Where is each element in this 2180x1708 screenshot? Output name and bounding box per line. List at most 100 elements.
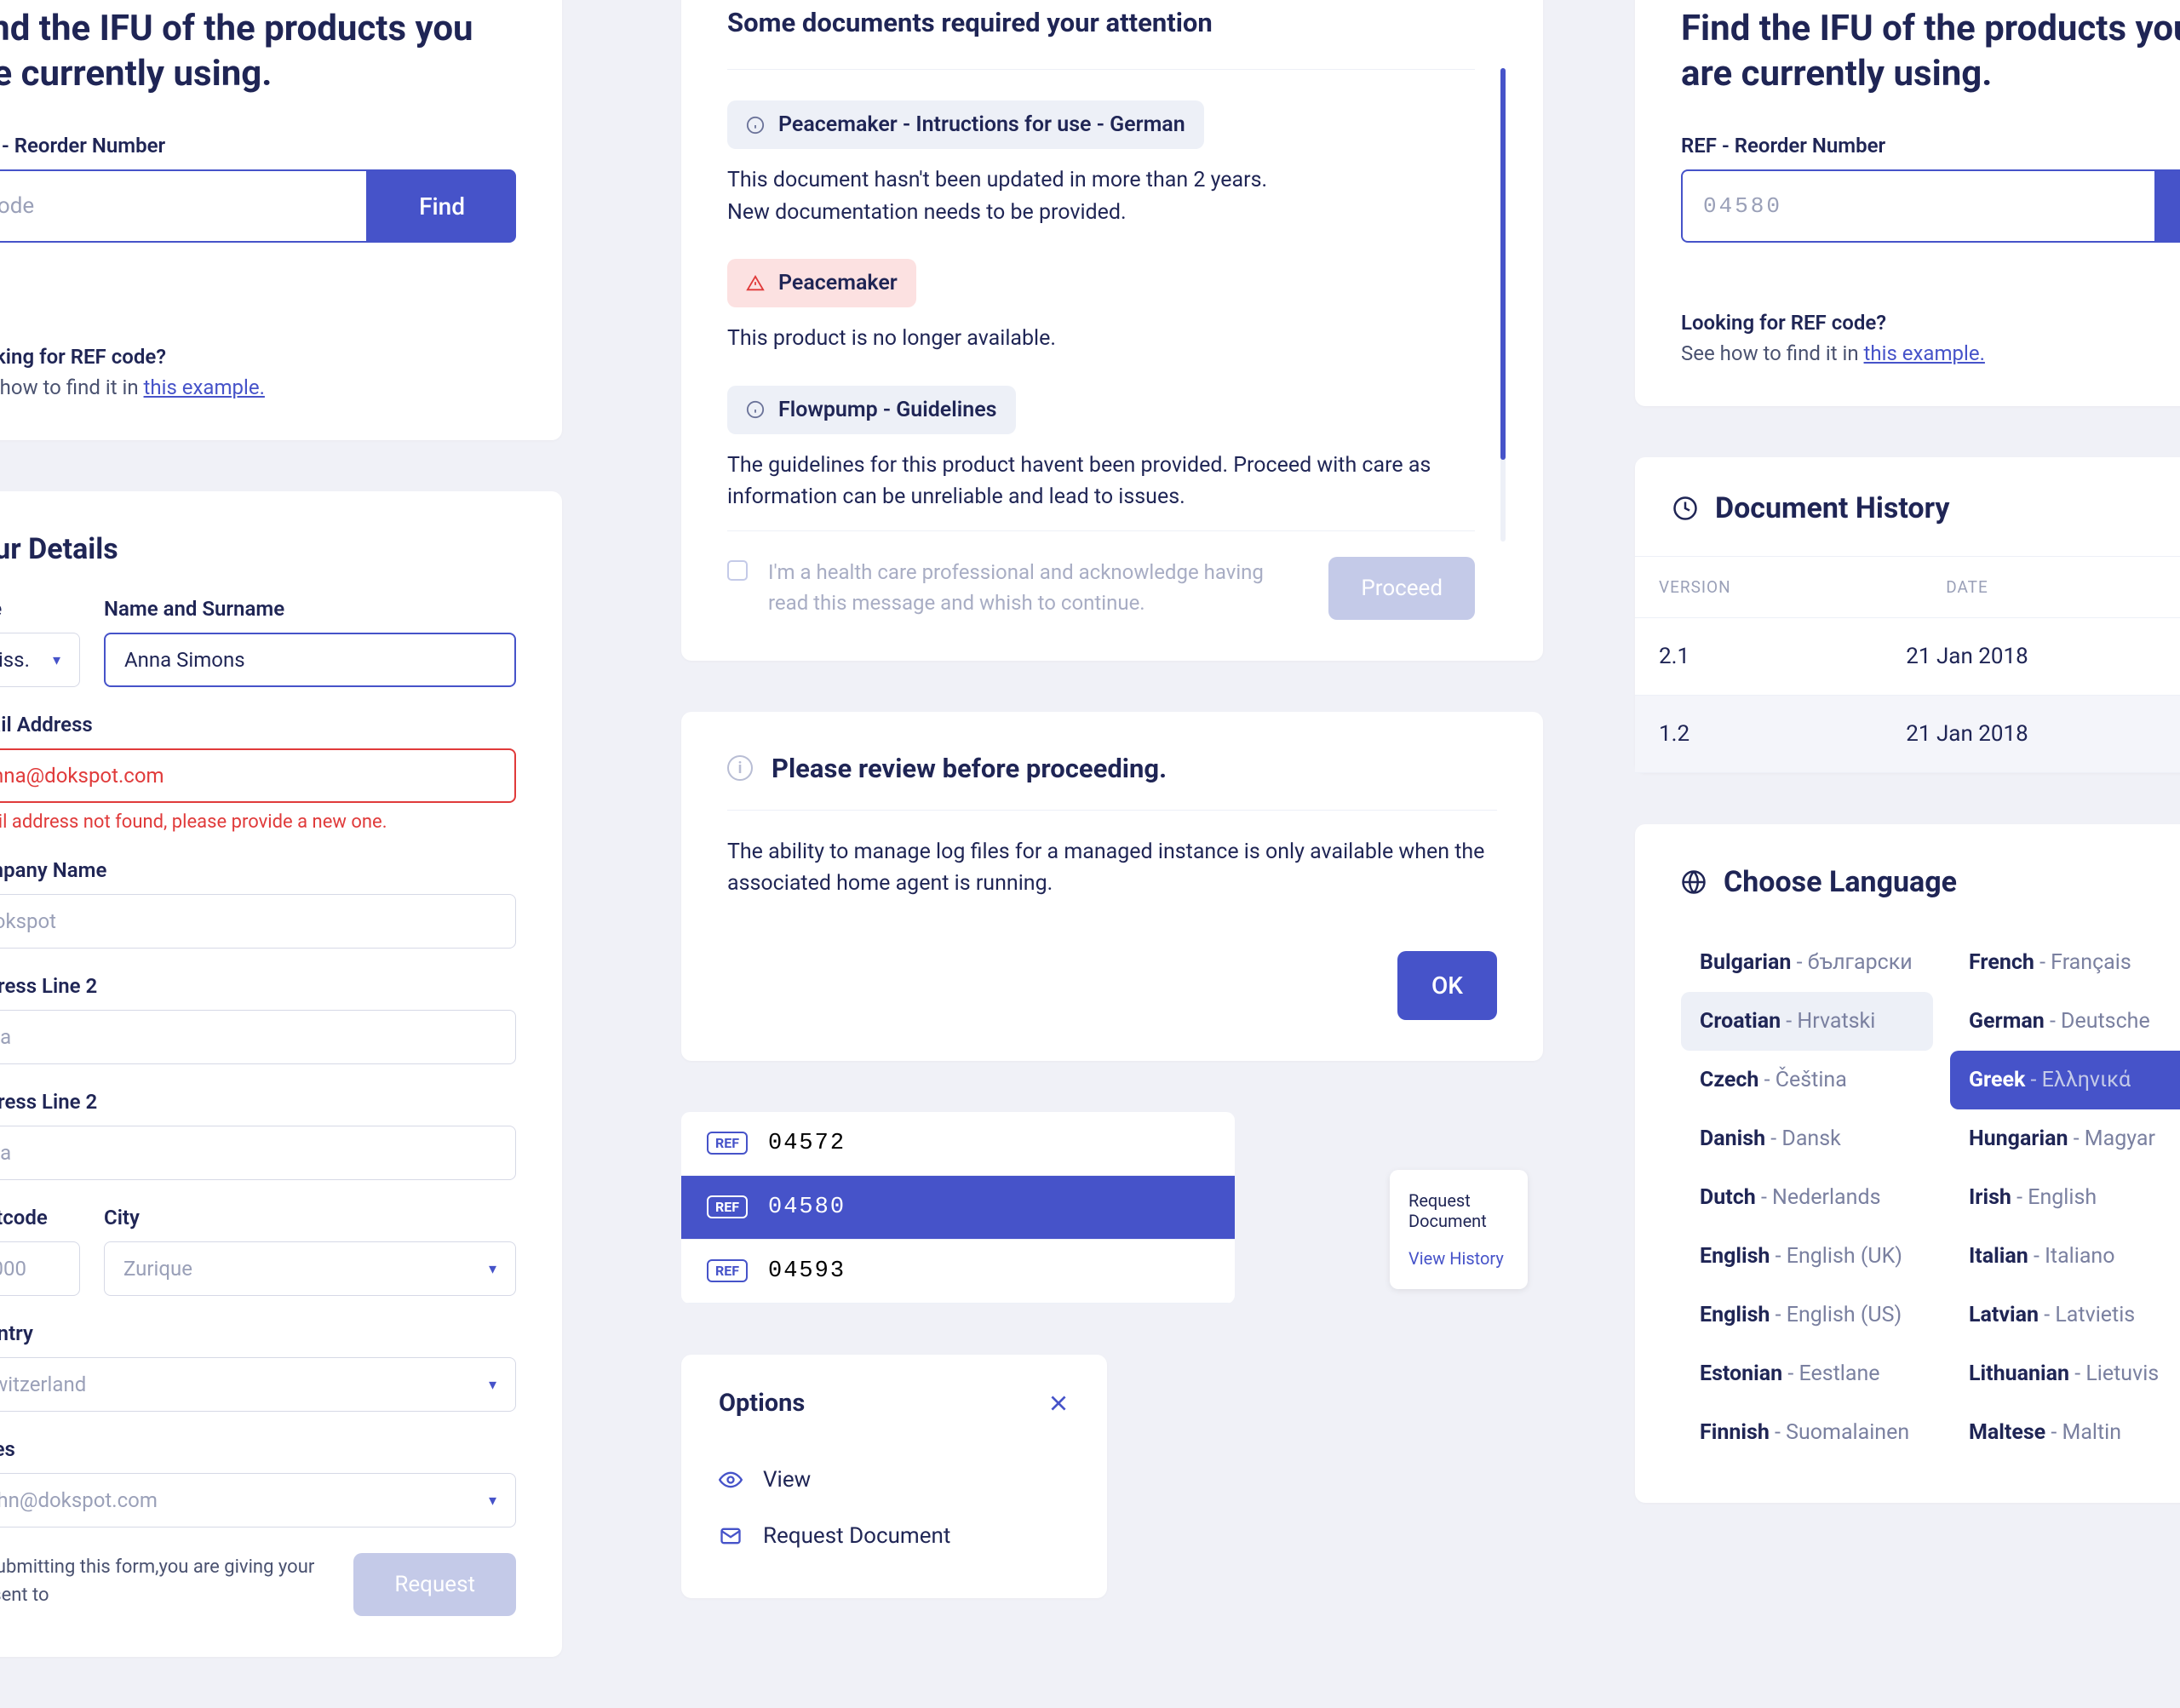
notes-value: john@dokspot.com: [0, 1488, 158, 1512]
attention-title: Some documents required your attention: [727, 7, 1475, 38]
find-card-left: Find the IFU of the products you are cur…: [0, 0, 562, 440]
doc-tag-3: Flowpump - Guidelines: [727, 386, 1016, 434]
history-table: VERSION DATE LOT 2.1 21 Jan 2018 n/a 1.2…: [1635, 556, 2180, 773]
language-title: Choose Language: [1724, 865, 1957, 899]
option-view[interactable]: View: [719, 1452, 1070, 1508]
postcode-input[interactable]: [0, 1241, 80, 1296]
hint-pre-right: See how to find it in: [1681, 341, 1864, 365]
language-item-italian[interactable]: Italian - Italiano: [1950, 1227, 2180, 1286]
hint-pre: See how to find it in: [0, 375, 144, 399]
lang-name: Czech: [1700, 1068, 1758, 1092]
language-item-french[interactable]: French - Français: [1950, 933, 2180, 992]
lang-native: - English (US): [1770, 1303, 1902, 1327]
info-icon: [746, 400, 765, 419]
history-row-1[interactable]: 1.2 21 Jan 2018 n/a: [1635, 696, 2180, 773]
language-item-czech[interactable]: Czech - Čeština: [1681, 1051, 1933, 1109]
ctx-request[interactable]: Request Document: [1390, 1182, 1528, 1240]
language-item-estonian[interactable]: Estonian - Eestlane: [1681, 1344, 1933, 1403]
email-error: Email address not found, please provide …: [0, 811, 516, 833]
notes-label: Notes: [0, 1437, 516, 1461]
clock-icon: [1672, 496, 1698, 521]
language-item-hungarian[interactable]: Hungarian - Magyar: [1950, 1109, 2180, 1168]
lang-name: Croatian: [1700, 1009, 1781, 1034]
ref-badge-icon: REF: [707, 1259, 748, 1282]
ref-code-1: 04580: [768, 1195, 846, 1220]
ref-badge-icon: REF: [707, 1195, 748, 1218]
info-icon: [746, 116, 765, 135]
title-value: Miss.: [0, 648, 30, 672]
example-link-right[interactable]: this example.: [1864, 341, 1985, 365]
lang-native: - English: [2011, 1185, 2097, 1210]
ctx-history[interactable]: View History: [1390, 1240, 1528, 1277]
language-item-irish[interactable]: Irish - English: [1950, 1168, 2180, 1227]
language-item-croatian[interactable]: Croatian - Hrvatski: [1681, 992, 1933, 1051]
ack-checkbox[interactable]: [727, 560, 748, 581]
eye-icon: [719, 1468, 743, 1492]
globe-icon: [1681, 869, 1707, 895]
ref-list: REF 04572 REF 04580 REF 04593: [681, 1112, 1235, 1304]
language-item-latvian[interactable]: Latvian - Latvietis: [1950, 1286, 2180, 1344]
doc-tag-2-label: Peacemaker: [778, 271, 898, 295]
ref-input[interactable]: [0, 169, 368, 243]
notes-select[interactable]: john@dokspot.com ▾: [0, 1473, 516, 1527]
warning-icon: [746, 274, 765, 293]
language-item-maltese[interactable]: Maltese - Maltin: [1950, 1403, 2180, 1462]
hint-title: Looking for REF code?: [0, 345, 516, 369]
lang-name: Latvian: [1969, 1303, 2039, 1327]
find-heading: Find the IFU of the products you are cur…: [0, 7, 516, 96]
addr2b-label: Address Line 2: [0, 1090, 516, 1114]
city-select[interactable]: Zurique ▾: [104, 1241, 516, 1296]
language-item-bulgarian[interactable]: Bulgarian - български: [1681, 933, 1933, 992]
ref-input-right[interactable]: [1681, 169, 2154, 243]
lang-native: - English (UK): [1770, 1244, 1902, 1269]
ok-button[interactable]: OK: [1397, 951, 1497, 1020]
company-input[interactable]: [0, 894, 516, 949]
country-select[interactable]: Switzerland ▾: [0, 1357, 516, 1412]
close-icon[interactable]: [1047, 1392, 1070, 1414]
scrollbar-thumb[interactable]: [1500, 68, 1506, 460]
lang-native: - Čeština: [1758, 1068, 1846, 1092]
ref-item-2[interactable]: REF 04593: [681, 1240, 1235, 1304]
history-row-0[interactable]: 2.1 21 Jan 2018 n/a: [1635, 618, 2180, 696]
review-title: Please review before proceeding.: [772, 753, 1167, 784]
option-request[interactable]: Request Document: [719, 1508, 1070, 1564]
name-label: Name and Surname: [104, 597, 516, 621]
city-value: Zurique: [123, 1257, 192, 1281]
chevron-down-icon: ▾: [489, 1492, 496, 1510]
email-input[interactable]: [0, 748, 516, 803]
language-item-dutch[interactable]: Dutch - Nederlands: [1681, 1168, 1933, 1227]
find-button-right[interactable]: [2154, 169, 2180, 243]
language-item-greek[interactable]: Greek - Ελληνικά: [1950, 1051, 2180, 1109]
email-label: Email Address: [0, 713, 516, 737]
language-item-english[interactable]: English - English (UK): [1681, 1227, 1933, 1286]
col-date: DATE: [1812, 577, 2122, 597]
name-input[interactable]: [104, 633, 516, 687]
col-version: VERSION: [1659, 577, 1812, 597]
lang-native: - Magyar: [2068, 1126, 2156, 1151]
country-value: Switzerland: [0, 1373, 86, 1396]
hist-d-0: 21 Jan 2018: [1812, 644, 2122, 669]
doc-msg-2: This product is no longer available.: [727, 323, 1475, 355]
find-button[interactable]: Find: [368, 169, 516, 243]
ref-item-0[interactable]: REF 04572: [681, 1112, 1235, 1176]
option-request-label: Request Document: [763, 1523, 950, 1549]
example-link[interactable]: this example.: [144, 375, 265, 399]
hist-l-1: n/a: [2122, 721, 2180, 747]
hist-l-0: n/a: [2122, 644, 2180, 669]
ref-item-1[interactable]: REF 04580: [681, 1176, 1235, 1240]
language-item-finnish[interactable]: Finnish - Suomalainen: [1681, 1403, 1933, 1462]
col-lot: LOT: [2122, 577, 2180, 597]
addr2a-input[interactable]: [0, 1010, 516, 1064]
language-item-danish[interactable]: Danish - Dansk: [1681, 1109, 1933, 1168]
ref-code-2: 04593: [768, 1258, 846, 1284]
title-select[interactable]: Miss. ▾: [0, 633, 80, 687]
proceed-button[interactable]: Proceed: [1328, 557, 1475, 620]
lang-native: - Italiano: [2028, 1244, 2115, 1269]
language-grid: Bulgarian - български French - Français Cr…: [1681, 933, 2180, 1462]
request-button[interactable]: Request: [353, 1553, 516, 1616]
language-item-german[interactable]: German - Deutsche: [1950, 992, 2180, 1051]
history-card: Document History VERSION DATE LOT 2.1 21…: [1635, 457, 2180, 773]
language-item-lithuanian[interactable]: Lithuanian - Lietuvis: [1950, 1344, 2180, 1403]
addr2b-input[interactable]: [0, 1126, 516, 1180]
language-item-english[interactable]: English - English (US): [1681, 1286, 1933, 1344]
